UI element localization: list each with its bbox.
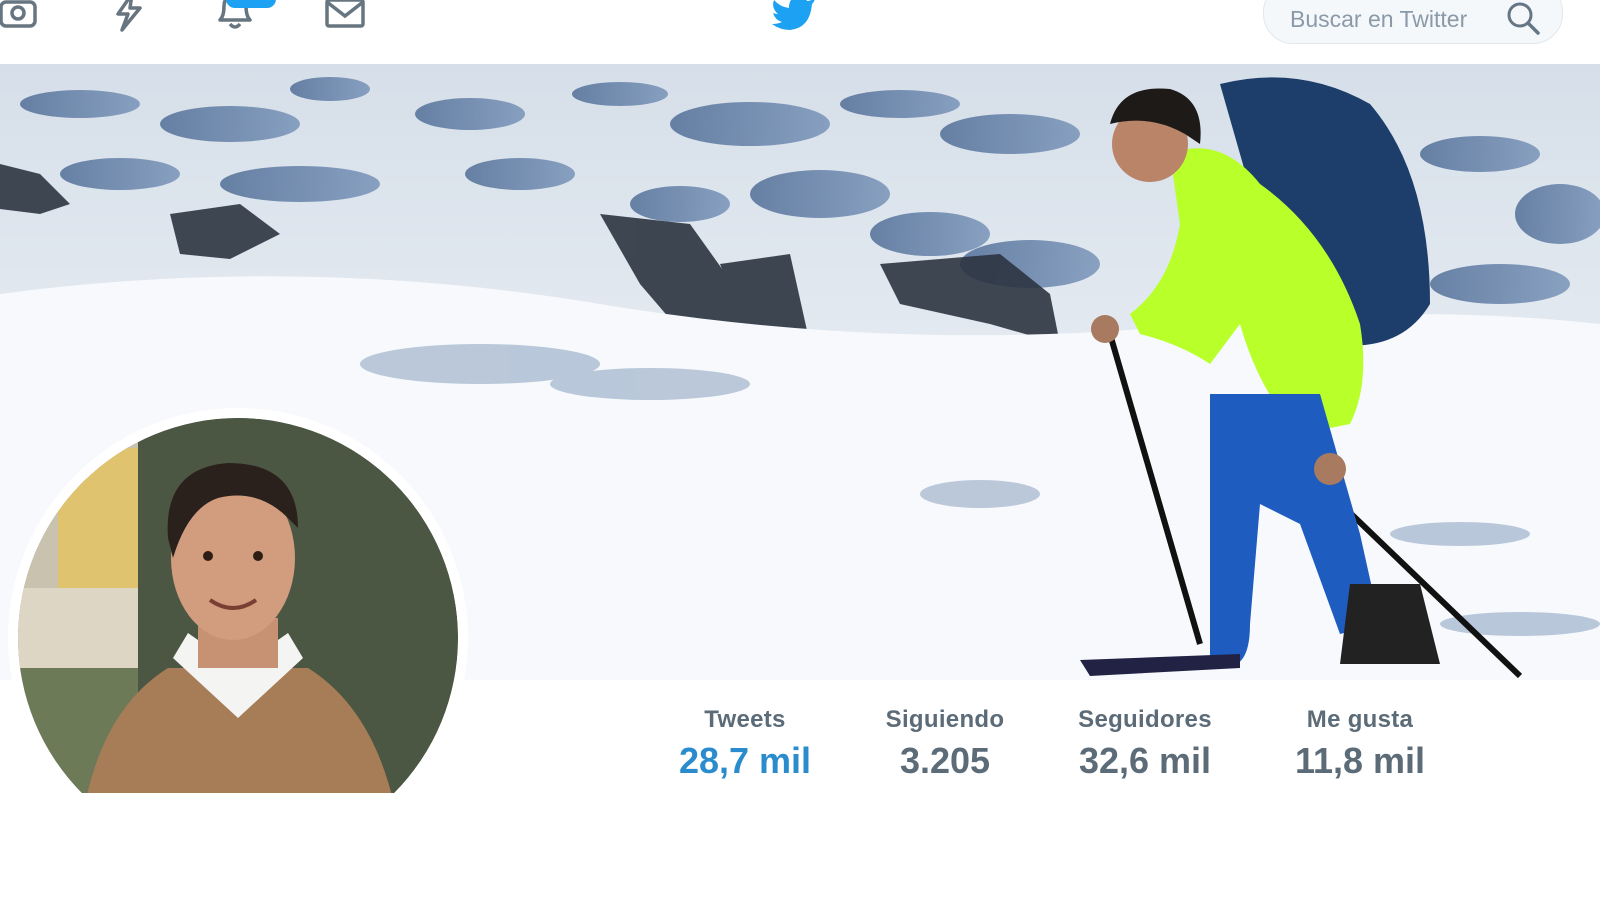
moments-icon[interactable] [108,0,154,34]
stat-following-label: Siguiendo [885,706,1005,733]
stat-tweets-value: 28,7 mil [678,740,812,781]
stat-likes-label: Me gusta [1306,706,1414,733]
messages-icon[interactable] [324,0,370,34]
avatar-bottom-mask [0,793,1600,900]
stat-likes-value: 11,8 mil [1294,740,1426,781]
notification-badge [226,0,276,8]
stat-tweets-label: Tweets [704,706,786,733]
stat-tweets[interactable]: Tweets 28,7 mil [665,706,825,782]
stat-likes[interactable]: Me gusta 11,8 mil [1275,706,1445,782]
stat-following-value: 3.205 [899,740,991,781]
stat-followers[interactable]: Seguidores 32,6 mil [1065,706,1225,782]
stat-followers-value: 32,6 mil [1078,740,1212,781]
camera-icon[interactable] [0,0,44,34]
top-navigation-bar [0,0,1600,64]
twitter-bird-icon[interactable] [770,0,820,32]
stat-following[interactable]: Siguiendo 3.205 [865,706,1025,782]
search-icon[interactable] [1504,1,1544,37]
search-input[interactable] [1290,3,1490,35]
search-box [1263,0,1563,44]
stat-followers-label: Seguidores [1078,706,1212,733]
